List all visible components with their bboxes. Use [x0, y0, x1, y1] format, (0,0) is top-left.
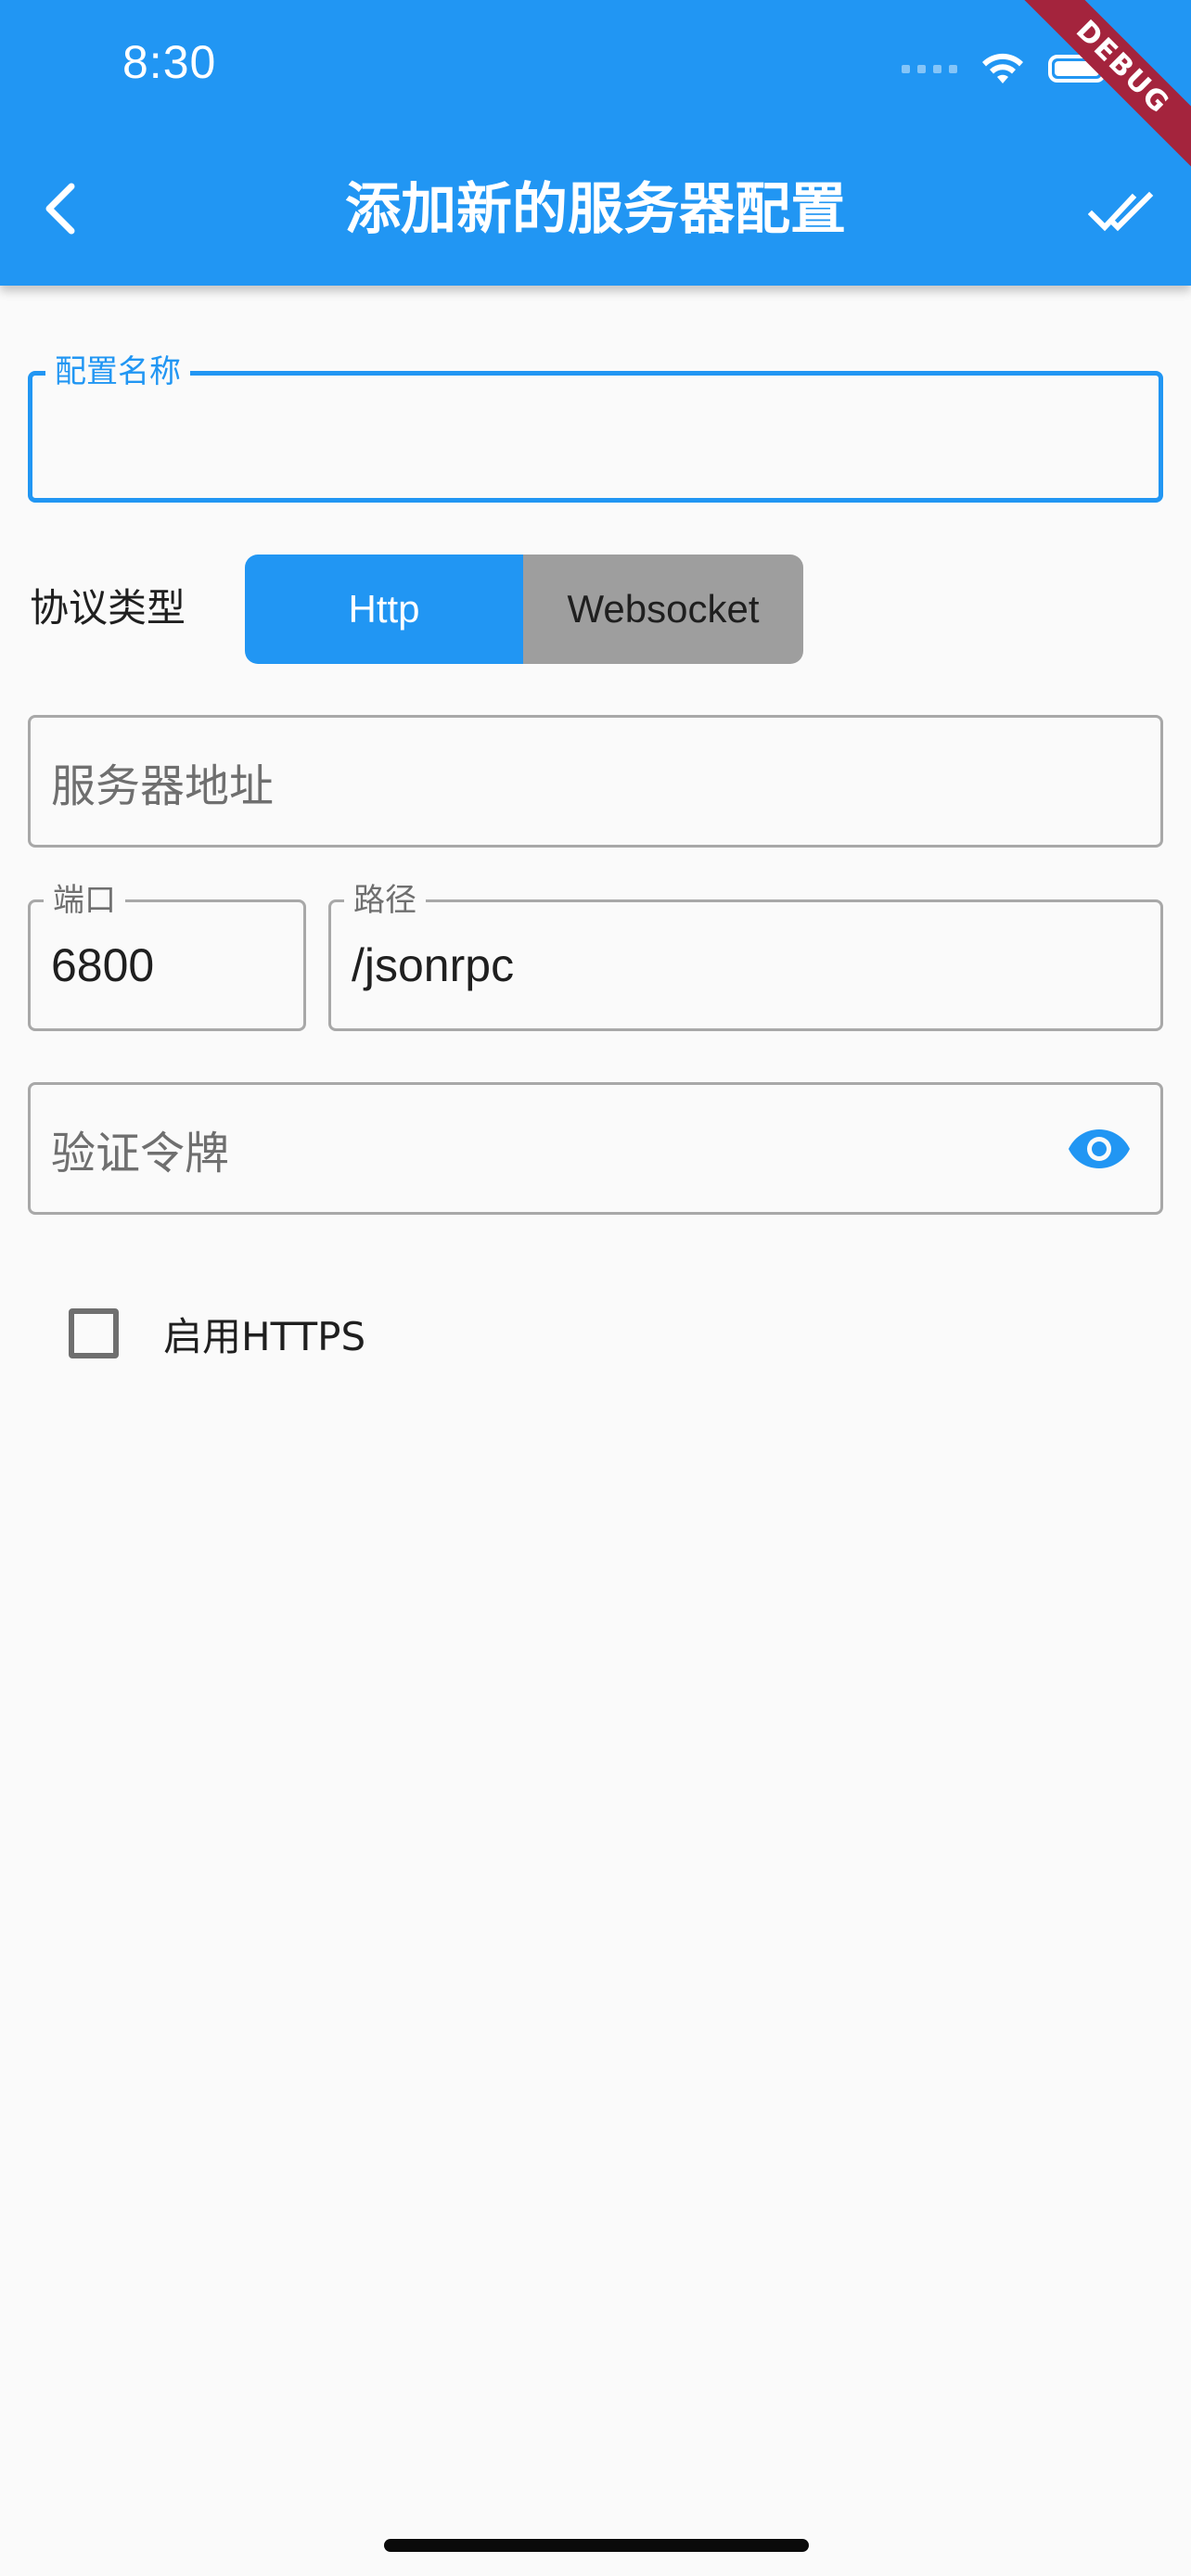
enable-https-row[interactable]: 启用HTTPS [69, 1306, 365, 1361]
port-field[interactable]: 端口 6800 [28, 882, 306, 1031]
auth-token-field[interactable]: 验证令牌 [28, 1082, 1163, 1215]
server-address-placeholder: 服务器地址 [51, 759, 275, 812]
protocol-option-http[interactable]: Http [245, 555, 523, 664]
eye-icon [1069, 1129, 1130, 1168]
path-field[interactable]: 路径 /jsonrpc [328, 882, 1163, 1031]
done-all-icon [1088, 191, 1154, 232]
config-name-label: 配置名称 [45, 353, 190, 390]
enable-https-label: 启用HTTPS [163, 1313, 366, 1359]
home-indicator [384, 2539, 809, 2552]
server-address-field[interactable]: 服务器地址 [28, 715, 1163, 848]
auth-token-placeholder: 验证令牌 [51, 1127, 230, 1180]
protocol-type-label: 协议类型 [30, 585, 186, 631]
cellular-signal-icon [902, 64, 957, 73]
debug-banner: DEBUG [1005, 0, 1191, 185]
path-value: /jsonrpc [352, 939, 515, 991]
debug-label: DEBUG [1005, 0, 1191, 185]
config-name-field[interactable]: 配置名称 [28, 353, 1163, 503]
status-time: 8:30 [122, 36, 217, 88]
enable-https-checkbox[interactable] [69, 1308, 119, 1358]
port-value: 6800 [51, 939, 155, 991]
toggle-visibility-button[interactable] [1064, 1114, 1134, 1184]
protocol-segmented-control: Http Websocket [245, 555, 803, 664]
protocol-option-websocket[interactable]: Websocket [523, 555, 803, 664]
